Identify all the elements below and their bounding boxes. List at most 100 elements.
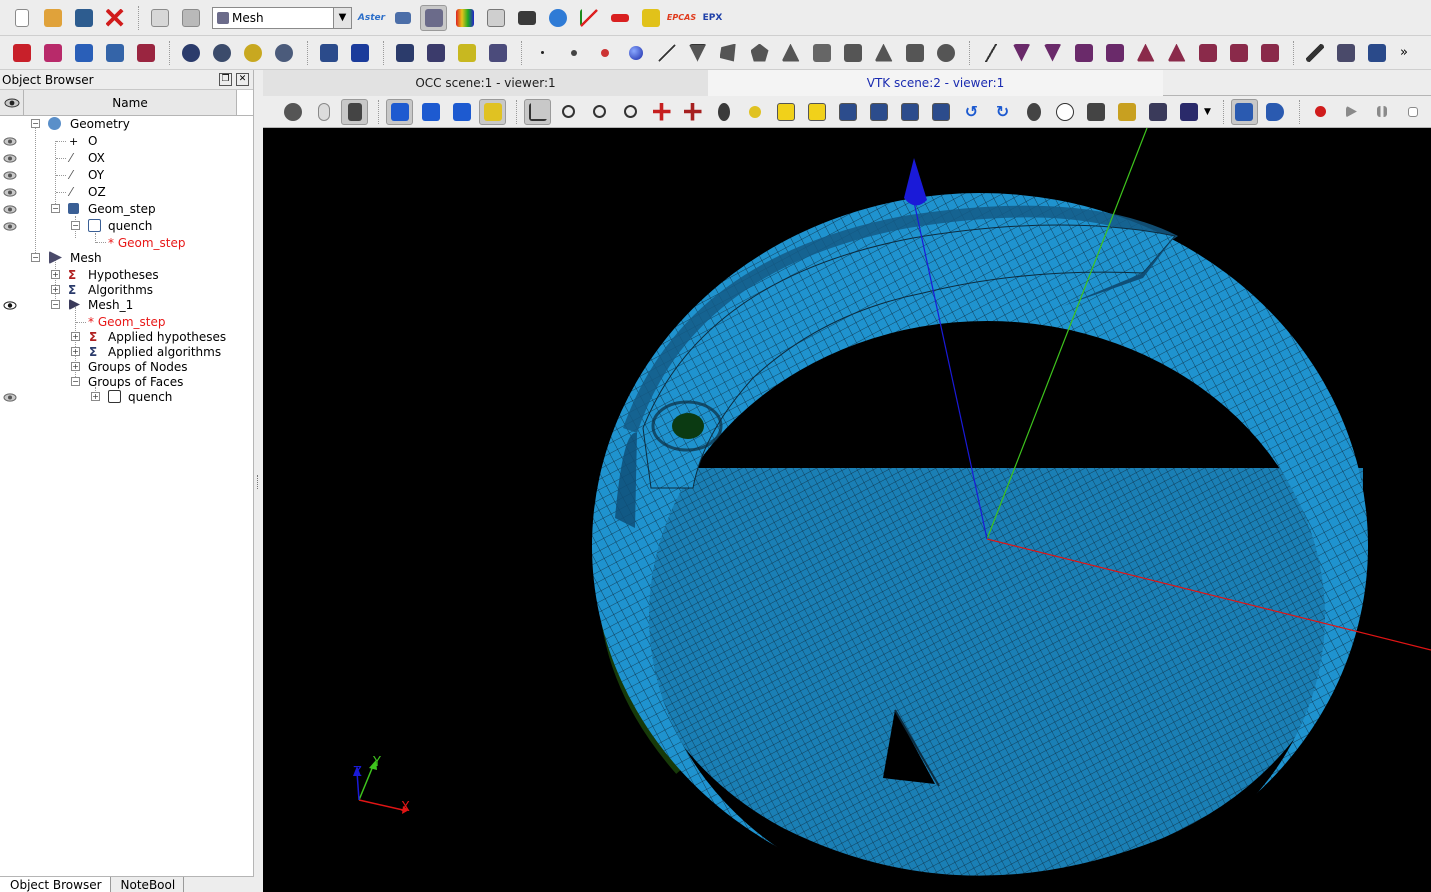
back-view-icon[interactable]	[803, 99, 830, 125]
expand-icon[interactable]: +	[71, 362, 80, 371]
tab-occ-viewer[interactable]: OCC scene:1 - viewer:1	[263, 70, 708, 96]
toolbar-overflow-icon[interactable]: »	[1400, 45, 1408, 60]
tree-item-groups-of-faces[interactable]: − Groups of Faces	[0, 374, 250, 390]
expand-icon[interactable]: +	[91, 392, 100, 401]
hexahedron-icon[interactable]	[808, 40, 835, 66]
expand-icon[interactable]: +	[71, 332, 80, 341]
tree-item-mesh-1-geom-reference[interactable]: * Geom_step	[0, 314, 250, 330]
aster-module-icon[interactable]: Aster	[358, 5, 385, 31]
triquadratic-hexahedron-icon[interactable]	[1256, 40, 1283, 66]
mesh-module-button-icon[interactable]	[420, 4, 447, 31]
biquadratic-triangle-icon[interactable]	[1039, 40, 1066, 66]
tree-item-oy[interactable]: ⁄ OY	[0, 167, 250, 183]
tree-item-geometry[interactable]: − Geometry	[0, 116, 250, 132]
new-document-icon[interactable]	[8, 5, 35, 31]
union-groups-icon[interactable]	[391, 40, 418, 66]
expand-icon[interactable]: +	[51, 285, 60, 294]
ball-0d-icon[interactable]	[591, 40, 618, 66]
paravis-icon[interactable]	[606, 5, 633, 31]
pause-icon[interactable]	[1369, 99, 1396, 125]
remove-elements-icon[interactable]	[1332, 40, 1359, 66]
collapse-icon[interactable]: −	[71, 377, 80, 386]
tree-item-applied-algorithms[interactable]: + Σ Applied algorithms	[0, 344, 250, 360]
eye-icon[interactable]	[3, 188, 17, 197]
parallel-projection-icon[interactable]	[1230, 98, 1258, 125]
tree-item-applied-hypotheses[interactable]: + Σ Applied hypotheses	[0, 329, 250, 345]
reset-view-icon[interactable]	[1020, 99, 1047, 125]
scaling-icon[interactable]	[1144, 99, 1171, 125]
preview-gear-icon[interactable]	[208, 40, 235, 66]
name-column-header[interactable]: Name	[24, 90, 237, 115]
eye-icon[interactable]	[3, 154, 17, 163]
cut-groups-icon[interactable]	[453, 40, 480, 66]
circle-selection-icon[interactable]	[448, 99, 475, 125]
mesh-order-gear-icon[interactable]	[270, 40, 297, 66]
rotate-counterclockwise-icon[interactable]: ↺	[958, 99, 985, 125]
show-trihedron-icon[interactable]	[524, 98, 551, 125]
build-compound-icon[interactable]	[101, 40, 128, 66]
sphere-icon[interactable]	[622, 40, 649, 66]
record-icon[interactable]	[1307, 99, 1334, 125]
tree-item-geom-step[interactable]: − Geom_step	[0, 201, 250, 217]
lod-icon[interactable]	[1051, 99, 1078, 125]
close-document-icon[interactable]	[101, 5, 128, 31]
collapse-icon[interactable]: −	[51, 300, 60, 309]
stop-icon[interactable]	[1400, 99, 1427, 125]
chevron-down-icon[interactable]: ▼	[333, 7, 351, 28]
quadratic-pentahedron-icon[interactable]	[1194, 40, 1221, 66]
copy-mesh-icon[interactable]	[132, 40, 159, 66]
binoculars-icon[interactable]	[389, 5, 416, 31]
tree-item-ox[interactable]: ⁄ OX	[0, 150, 250, 166]
rotation-icon[interactable]	[710, 99, 737, 125]
jobmanager-icon[interactable]	[513, 5, 540, 31]
plot2d-icon[interactable]	[575, 5, 602, 31]
polygon-icon[interactable]	[746, 40, 773, 66]
compute-gear-icon[interactable]	[177, 40, 204, 66]
epx-module-icon[interactable]: EPX	[699, 5, 726, 31]
left-view-icon[interactable]	[896, 99, 923, 125]
eye-icon[interactable]	[3, 137, 17, 146]
yacs-icon[interactable]	[482, 5, 509, 31]
node-icon[interactable]	[529, 40, 556, 66]
eye-icon[interactable]	[3, 301, 17, 310]
expand-icon[interactable]: +	[71, 347, 80, 356]
quadratic-quadrangle-icon[interactable]	[1070, 40, 1097, 66]
construct-group-icon[interactable]	[346, 40, 373, 66]
quadratic-triangle-icon[interactable]	[1008, 40, 1035, 66]
biquadratic-quadrangle-icon[interactable]	[1101, 40, 1128, 66]
penta-icon[interactable]	[839, 40, 866, 66]
epcas-module-icon[interactable]: EPCAS	[667, 5, 696, 31]
globe-icon[interactable]	[544, 5, 571, 31]
vtk-3d-viewport[interactable]: X Y Z	[263, 128, 1431, 892]
quadratic-tetrahedron-icon[interactable]	[1132, 40, 1159, 66]
right-view-icon[interactable]	[927, 99, 954, 125]
collapse-icon[interactable]: −	[51, 204, 60, 213]
remove-nodes-icon[interactable]	[1301, 40, 1328, 66]
tetrahedron-icon[interactable]	[777, 40, 804, 66]
play-icon[interactable]	[1338, 99, 1365, 125]
element-0d-icon[interactable]	[560, 40, 587, 66]
eye-icon[interactable]	[3, 205, 17, 214]
rotate-clockwise-icon[interactable]: ↻	[989, 99, 1016, 125]
tree-item-quench-geom-group[interactable]: − quench	[0, 218, 250, 234]
top-view-icon[interactable]	[834, 99, 861, 125]
dynamic-preselection-icon[interactable]	[479, 98, 506, 125]
eye-icon[interactable]	[3, 222, 17, 231]
module-selector[interactable]: Mesh ▼	[212, 6, 352, 29]
bottom-view-icon[interactable]	[865, 99, 892, 125]
eye-icon[interactable]	[3, 393, 17, 402]
collapse-icon[interactable]: −	[31, 119, 40, 128]
fit-all-icon[interactable]	[555, 99, 582, 125]
clipping-icon[interactable]	[1113, 99, 1140, 125]
polygon-selection-icon[interactable]	[417, 99, 444, 125]
tree-item-groups-of-nodes[interactable]: + Groups of Nodes	[0, 359, 250, 375]
quadratic-pyramid-icon[interactable]	[1163, 40, 1190, 66]
front-view-icon[interactable]	[772, 99, 799, 125]
polyhedron-icon[interactable]	[932, 40, 959, 66]
copy-icon[interactable]	[146, 5, 173, 31]
tab-vtk-viewer[interactable]: VTK scene:2 - viewer:1	[708, 70, 1163, 96]
delete-groups-icon[interactable]	[484, 40, 511, 66]
float-panel-icon[interactable]: ❐	[219, 73, 232, 86]
quadratic-hexahedron-icon[interactable]	[1225, 40, 1252, 66]
create-group-icon[interactable]	[315, 40, 342, 66]
